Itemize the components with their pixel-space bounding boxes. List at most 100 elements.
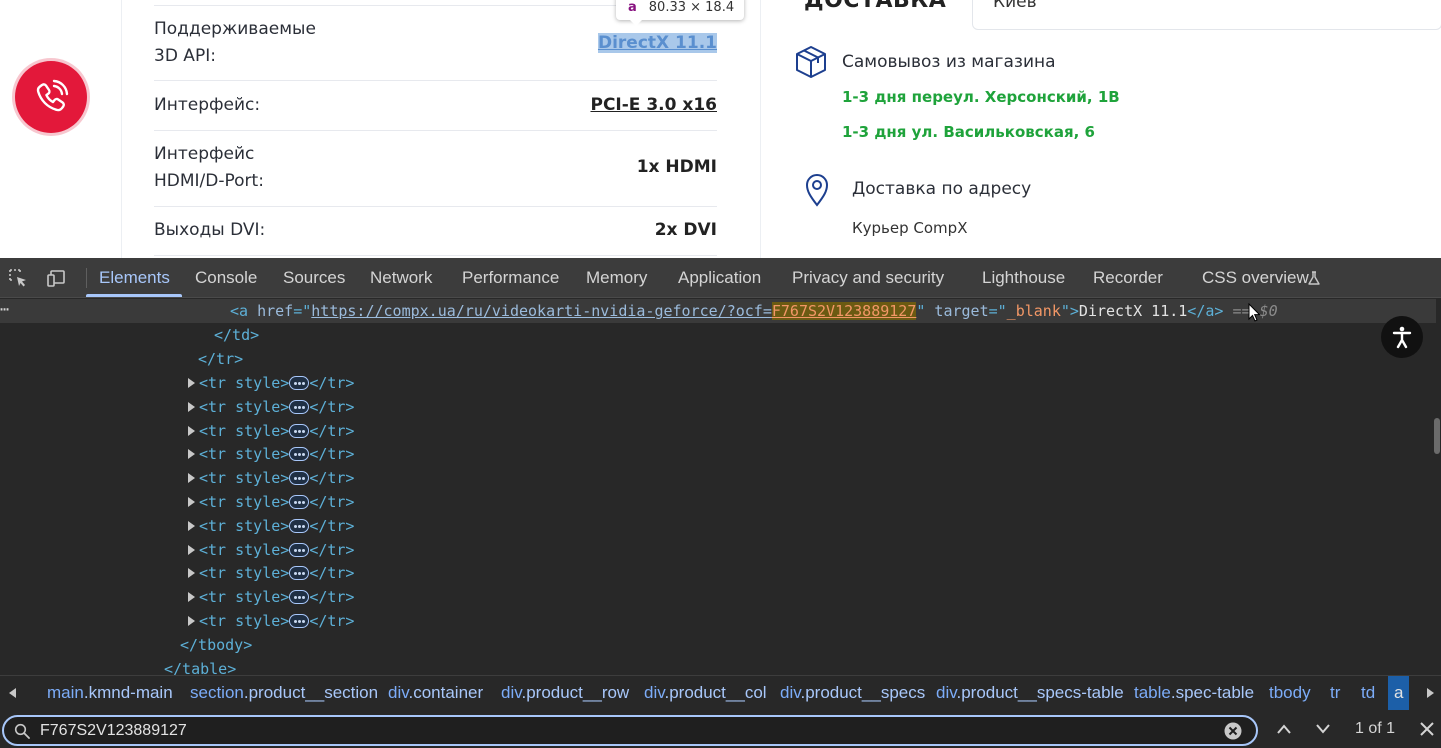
attr-value: _blank xyxy=(1006,302,1061,320)
ellipsis-expand-icon[interactable] xyxy=(289,471,310,486)
expand-triangle-icon[interactable] xyxy=(188,497,195,507)
expand-triangle-icon[interactable] xyxy=(188,449,195,460)
tab-sources[interactable]: Sources xyxy=(283,258,345,298)
tab-lighthouse[interactable]: Lighthouse xyxy=(982,258,1065,298)
device-toolbar-icon[interactable] xyxy=(46,268,66,288)
attr-value-url[interactable]: https://compx.ua/ru/videokarti-nvidia-ge… xyxy=(311,302,772,320)
city-select[interactable]: Киев xyxy=(972,0,1441,30)
dom-node-tr-collapsed[interactable]: <tr style> </tr> xyxy=(188,442,354,466)
expand-triangle-icon[interactable] xyxy=(188,616,195,626)
dom-node-tr-collapsed[interactable]: <tr style> </tr> xyxy=(188,466,354,490)
breadcrumb-item[interactable]: div.product__specs-table xyxy=(936,676,1124,710)
expand-triangle-icon[interactable] xyxy=(188,544,195,555)
dom-node-tr-collapsed[interactable]: <tr style> </tr> xyxy=(188,514,354,538)
expand-triangle-icon[interactable] xyxy=(188,401,195,412)
phone-icon xyxy=(36,79,69,112)
search-input[interactable] xyxy=(40,720,1210,742)
breadcrumb-item[interactable]: tr xyxy=(1330,676,1340,710)
expand-triangle-icon[interactable] xyxy=(188,473,195,484)
spec-label: Поддерживаемые 3D API: xyxy=(154,16,316,70)
ellipsis-expand-icon[interactable] xyxy=(289,614,310,628)
dom-node-table-close[interactable]: </table> xyxy=(164,657,236,675)
chevron-up-icon[interactable] xyxy=(1276,723,1292,735)
search-field[interactable] xyxy=(2,715,1258,746)
close-icon[interactable] xyxy=(1419,721,1435,737)
breadcrumb-class: .container xyxy=(408,683,484,702)
breadcrumb-item[interactable]: div.product__specs xyxy=(780,676,925,710)
breadcrumb-item[interactable]: main.kmnd-main xyxy=(47,676,173,710)
ellipsis-expand-icon[interactable] xyxy=(289,542,310,557)
dom-node-tr-collapsed[interactable]: <tr style> </tr> xyxy=(188,585,354,609)
tab-privacy-and-security[interactable]: Privacy and security xyxy=(792,258,944,298)
tag-close: </tr> xyxy=(309,564,355,583)
tab-console[interactable]: Console xyxy=(195,258,257,298)
breadcrumb-item[interactable]: div.product__row xyxy=(501,676,629,710)
expand-triangle-icon[interactable] xyxy=(188,568,195,579)
dom-node-selected-anchor[interactable]: <a href="https://compx.ua/ru/videokarti-… xyxy=(230,299,1278,323)
clear-search-icon[interactable] xyxy=(1224,722,1242,740)
pickup-title: Самовывоз из магазина xyxy=(842,52,1056,72)
devtools-panel: Elements Console Sources Network Perform… xyxy=(0,258,1441,748)
spec-value-link[interactable]: DirectX 11.1 xyxy=(597,33,717,53)
tag-close: </a> xyxy=(1187,302,1224,320)
call-button[interactable] xyxy=(15,61,87,133)
tab-recorder[interactable]: Recorder xyxy=(1093,258,1163,298)
ellipsis-expand-icon[interactable] xyxy=(289,447,310,462)
tag-close: </tr> xyxy=(309,612,355,630)
expand-triangle-icon[interactable] xyxy=(188,425,195,436)
breadcrumb-scroll-left-icon[interactable] xyxy=(9,688,16,698)
dom-node-tr-collapsed[interactable]: <tr style> </tr> xyxy=(188,490,354,514)
breadcrumb-tag: div xyxy=(501,683,522,702)
expand-triangle-icon[interactable] xyxy=(188,378,195,388)
spec-label-line: Поддерживаемые xyxy=(154,19,316,39)
spec-label: Выходы DVI: xyxy=(154,220,266,240)
ellipsis-expand-icon[interactable] xyxy=(289,423,310,438)
tab-application[interactable]: Application xyxy=(678,258,761,298)
dom-node-tr-collapsed[interactable]: <tr style> </tr> xyxy=(188,419,354,443)
address-delivery-title: Доставка по адресу xyxy=(852,179,1032,199)
breadcrumb-tag: table xyxy=(1134,683,1171,702)
dom-node-tbody-close[interactable]: </tbody> xyxy=(180,633,252,657)
dom-node-td-close[interactable]: </td> xyxy=(214,323,259,347)
dom-tree: ⋯ <a href="https://compx.ua/ru/videokart… xyxy=(0,299,1436,675)
dom-tree-scrollbar[interactable] xyxy=(1434,418,1440,454)
ellipsis-expand-icon[interactable] xyxy=(289,495,310,509)
tag-close: </tr> xyxy=(309,540,355,559)
tag-open: <tr style> xyxy=(199,469,290,488)
ellipsis-expand-icon[interactable] xyxy=(289,376,310,390)
tab-css-overview[interactable]: CSS overview xyxy=(1202,258,1309,298)
breadcrumb-item[interactable]: tbody xyxy=(1269,676,1311,710)
accessibility-icon xyxy=(1392,326,1412,349)
breadcrumb-item[interactable]: a xyxy=(1388,676,1410,710)
dom-node-tr-close[interactable]: </tr> xyxy=(198,347,243,371)
dom-node-tr-collapsed[interactable]: <tr style> </tr> xyxy=(188,395,354,419)
tooltip-size: 80.33 × 18.4 xyxy=(648,0,735,15)
accessibility-button[interactable] xyxy=(1381,316,1423,358)
breadcrumb-scroll-right-icon[interactable] xyxy=(1427,688,1434,698)
dom-node-tr-collapsed[interactable]: <tr style> </tr> xyxy=(188,609,354,633)
more-actions-icon[interactable]: ⋯ xyxy=(0,300,9,318)
inspect-element-icon[interactable] xyxy=(8,268,28,288)
dom-node-tr-collapsed[interactable]: <tr style> </tr> xyxy=(188,371,354,395)
dom-node-tr-collapsed[interactable]: <tr style> </tr> xyxy=(188,561,354,585)
expand-triangle-icon[interactable] xyxy=(188,592,195,603)
breadcrumb-item[interactable]: div.product__col xyxy=(644,676,767,710)
breadcrumb-item[interactable]: table.spec-table xyxy=(1134,676,1254,710)
breadcrumb-item[interactable]: td xyxy=(1361,676,1375,710)
tab-network[interactable]: Network xyxy=(370,258,432,298)
chevron-down-icon[interactable] xyxy=(1315,723,1331,735)
expand-triangle-icon[interactable] xyxy=(188,520,195,531)
tab-performance[interactable]: Performance xyxy=(462,258,559,298)
ellipsis-expand-icon[interactable] xyxy=(289,518,310,533)
ellipsis-expand-icon[interactable] xyxy=(289,590,310,605)
tab-memory[interactable]: Memory xyxy=(586,258,647,298)
tab-elements[interactable]: Elements xyxy=(99,258,170,298)
spec-value-link[interactable]: PCI-E 3.0 x16 xyxy=(590,95,717,115)
dom-node-tr-collapsed[interactable]: <tr style> </tr> xyxy=(188,538,354,562)
breadcrumb-item[interactable]: section.product__section xyxy=(190,676,378,710)
breadcrumb-item[interactable]: div.container xyxy=(388,676,483,710)
courier-label: Курьер CompX xyxy=(852,219,968,237)
spec-label: Интерфейс: xyxy=(154,95,261,115)
ellipsis-expand-icon[interactable] xyxy=(289,566,310,581)
ellipsis-expand-icon[interactable] xyxy=(289,399,310,414)
